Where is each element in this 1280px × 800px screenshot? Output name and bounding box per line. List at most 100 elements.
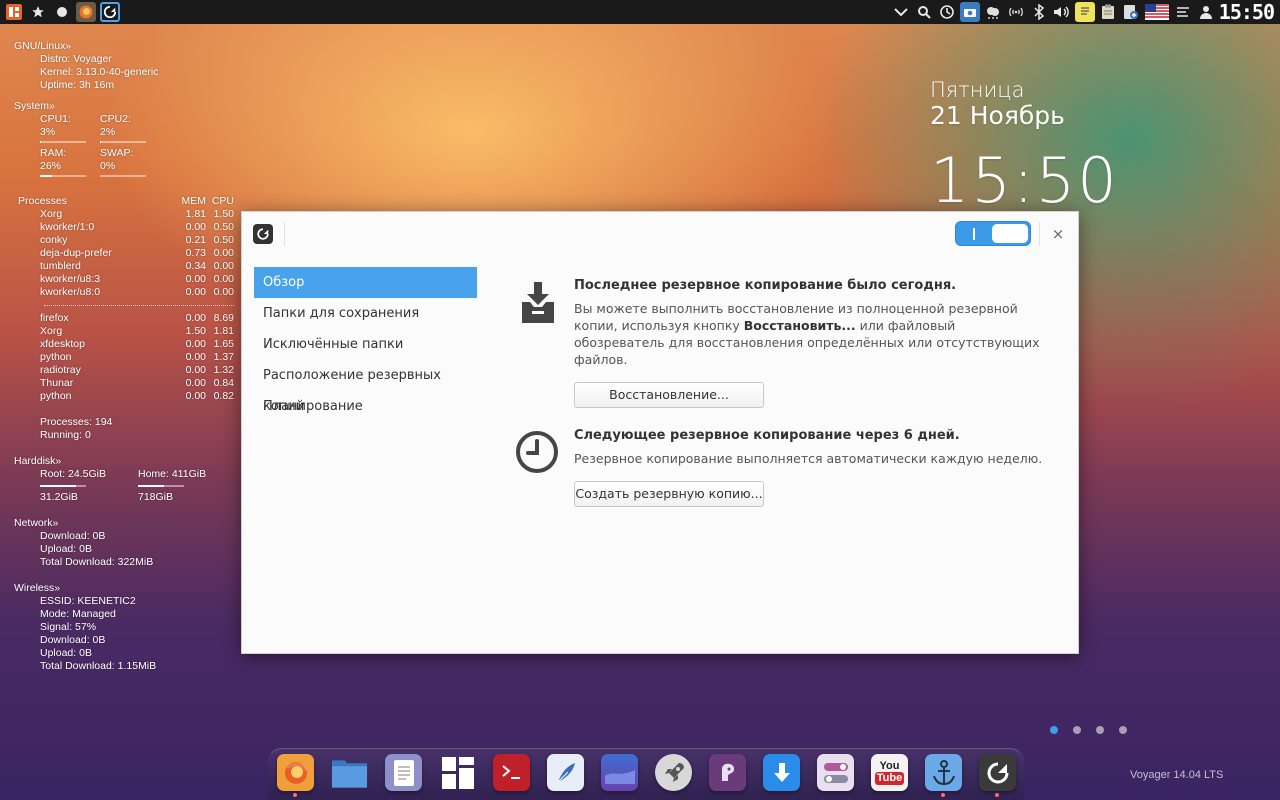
weather-icon[interactable] bbox=[983, 2, 1003, 22]
feather-icon[interactable] bbox=[547, 754, 584, 791]
firefox-icon[interactable] bbox=[277, 754, 314, 797]
backup-dialog: × Обзор Папки для сохранения Исключённые п… bbox=[241, 211, 1079, 654]
text-editor-icon[interactable] bbox=[385, 754, 422, 791]
youtube-top-text: You bbox=[879, 760, 900, 772]
apps-menu-icon[interactable] bbox=[4, 2, 24, 22]
network-total: Total Download: 322MiB bbox=[40, 556, 154, 568]
volume-icon[interactable] bbox=[1052, 2, 1072, 22]
process-row: python 0.00 0.82 bbox=[18, 390, 234, 403]
files-icon[interactable] bbox=[331, 754, 368, 791]
process-name: conky bbox=[40, 234, 68, 246]
network-title: Network» bbox=[14, 517, 59, 529]
rocket-icon[interactable] bbox=[655, 754, 692, 791]
network-download: Download: 0B bbox=[40, 530, 106, 542]
star-icon[interactable] bbox=[28, 2, 48, 22]
pidgin-icon[interactable] bbox=[709, 754, 746, 791]
process-row: Xorg 1.50 1.81 bbox=[18, 325, 234, 338]
wifi-icon[interactable] bbox=[1006, 2, 1026, 22]
date-text: 21 Ноябрь bbox=[930, 101, 1065, 130]
process-mem: 0.00 bbox=[185, 390, 206, 402]
network-upload: Upload: 0B bbox=[40, 543, 92, 555]
process-cpu: 0.00 bbox=[213, 247, 234, 259]
process-row: Thunar 0.00 0.84 bbox=[18, 377, 234, 390]
history-icon[interactable] bbox=[937, 2, 957, 22]
process-cpu: 0.50 bbox=[213, 221, 234, 233]
clock-time: 15:50 bbox=[930, 144, 1119, 217]
wireless-download: Download: 0B bbox=[40, 634, 106, 646]
date-clock-widget: Пятница 21 Ноябрь 15:50 bbox=[930, 78, 1119, 216]
process-header-mem: MEM bbox=[181, 195, 207, 207]
desktop-icon[interactable] bbox=[601, 754, 638, 791]
wireless-signal: Signal: 57% bbox=[40, 621, 97, 633]
us-flag-icon[interactable] bbox=[1144, 2, 1170, 22]
circle-icon[interactable] bbox=[52, 2, 72, 22]
sidebar-item-1[interactable]: Обзор bbox=[254, 267, 477, 298]
wireless-title: Wireless» bbox=[14, 582, 61, 594]
close-icon[interactable]: × bbox=[1048, 224, 1068, 244]
process-name: deja-dup-prefer bbox=[40, 247, 112, 259]
panel-clock[interactable]: 15:50 bbox=[1219, 0, 1276, 24]
create-backup-button[interactable]: Создать резервную копию... bbox=[574, 481, 764, 507]
terminal-icon[interactable] bbox=[493, 754, 530, 791]
process-cpu: 1.81 bbox=[213, 325, 234, 337]
chevron-down-icon[interactable] bbox=[891, 2, 911, 22]
camera-icon[interactable] bbox=[959, 2, 980, 22]
uptime-text: Uptime: 3h 16m bbox=[40, 79, 115, 91]
youtube-bottom-text: Tube bbox=[874, 772, 905, 785]
harddisk-row: Root: 24.5GiB 31.2GiB Home: 411GiB 718Gi… bbox=[40, 468, 234, 504]
workspace-dot[interactable] bbox=[1119, 726, 1127, 734]
workspace-dot[interactable] bbox=[1096, 726, 1104, 734]
process-row: firefox 0.00 8.69 bbox=[18, 312, 234, 325]
running-indicator bbox=[995, 793, 999, 797]
download-icon[interactable] bbox=[763, 754, 800, 791]
wireless-total: Total Download: 1.15MiB bbox=[40, 660, 157, 672]
ram-label: RAM: 26% bbox=[40, 147, 67, 172]
search-icon[interactable] bbox=[914, 2, 934, 22]
dialog-sidebar: Обзор Папки для сохранения Исключённые пап… bbox=[254, 267, 477, 422]
process-cpu: 0.00 bbox=[213, 260, 234, 272]
process-cpu: 1.65 bbox=[213, 338, 234, 350]
clock-icon bbox=[514, 428, 560, 478]
sidebar-item-2[interactable]: Папки для сохранения bbox=[254, 298, 477, 329]
bluetooth-icon[interactable] bbox=[1029, 2, 1049, 22]
sidebar-item-4[interactable]: Расположение резервных копий bbox=[254, 360, 477, 414]
updates-icon[interactable] bbox=[1121, 2, 1141, 22]
system-bars-row1: CPU1: 3% CPU2: 2% bbox=[40, 113, 234, 147]
menu-lines-icon[interactable] bbox=[1173, 2, 1193, 22]
youtube-icon[interactable]: You Tube bbox=[871, 754, 908, 791]
sidebar-item-5[interactable]: Планирование bbox=[254, 391, 477, 422]
process-row: deja-dup-prefer 0.73 0.00 bbox=[18, 247, 234, 260]
home-disk-bar-fill bbox=[138, 485, 165, 487]
backup-icon[interactable] bbox=[979, 754, 1016, 797]
swap-label: SWAP: 0% bbox=[100, 147, 134, 172]
process-header-name: Processes bbox=[18, 195, 68, 207]
process-name: xfdesktop bbox=[40, 338, 85, 350]
settings-toggle-icon[interactable] bbox=[817, 754, 854, 791]
user-icon[interactable] bbox=[1196, 2, 1216, 22]
mosaic-icon[interactable] bbox=[439, 754, 476, 791]
process-name: python bbox=[40, 351, 72, 363]
root-disk-bar-fill bbox=[40, 485, 76, 487]
clipboard-icon[interactable] bbox=[1098, 2, 1118, 22]
sidebar-item-3[interactable]: Исключённые папки bbox=[254, 329, 477, 360]
process-header-cpu: CPU bbox=[211, 195, 234, 207]
process-cpu: 0.50 bbox=[213, 234, 234, 246]
workspace-dot[interactable] bbox=[1050, 726, 1058, 734]
firefox-icon[interactable] bbox=[76, 2, 96, 22]
backup-app-icon[interactable] bbox=[100, 2, 120, 22]
backup-toggle-switch[interactable] bbox=[955, 221, 1031, 246]
dock-icons: You Tube bbox=[277, 754, 1016, 797]
anchor-icon[interactable] bbox=[925, 754, 962, 797]
process-mem: 0.00 bbox=[185, 312, 206, 324]
process-mem: 0.00 bbox=[185, 377, 206, 389]
toggle-knob bbox=[992, 224, 1028, 243]
notes-icon[interactable] bbox=[1074, 2, 1095, 22]
process-name: Xorg bbox=[40, 325, 63, 337]
process-name: python bbox=[40, 390, 72, 402]
process-mem: 0.00 bbox=[185, 273, 206, 285]
workspace-dot[interactable] bbox=[1073, 726, 1081, 734]
process-cpu: 0.82 bbox=[213, 390, 234, 402]
restore-button[interactable]: Восстановление... bbox=[574, 382, 764, 408]
distro-text: Distro: Voyager bbox=[40, 53, 112, 65]
home-disk: Home: 411GiB 718GiB bbox=[138, 468, 208, 504]
